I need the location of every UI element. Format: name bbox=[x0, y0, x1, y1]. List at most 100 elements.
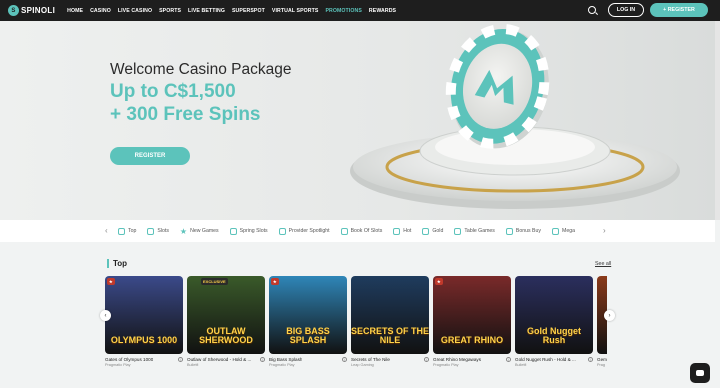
fire-icon bbox=[393, 227, 401, 235]
main-nav: HOME CASINO LIVE CASINO SPORTS LIVE BETTING S… bbox=[67, 8, 396, 14]
carousel-next-icon[interactable]: › bbox=[604, 310, 615, 321]
game-thumbnail[interactable]: ★ OLYMPUS 1000 bbox=[105, 276, 183, 354]
nav-item-superspot[interactable]: SUPERSPOT bbox=[232, 8, 265, 14]
game-provider: Pragmatic Play bbox=[433, 363, 459, 367]
game-name: Big Bass Splash bbox=[269, 357, 303, 362]
spotlight-icon bbox=[278, 227, 286, 235]
carousel-prev-icon[interactable]: ‹ bbox=[100, 310, 111, 321]
casino-chip-illustration bbox=[350, 23, 680, 209]
category-slots[interactable]: Slots bbox=[147, 227, 169, 235]
table-icon bbox=[454, 227, 462, 235]
game-meta: Gates of Olympus 1000 Pragmatic Play i bbox=[105, 354, 183, 367]
game-name: Gem bbox=[597, 357, 607, 362]
game-card[interactable]: Gem Prag bbox=[597, 276, 607, 367]
info-icon[interactable]: i bbox=[588, 357, 593, 362]
game-provider: Prag bbox=[597, 363, 606, 367]
category-gold[interactable]: Gold bbox=[422, 227, 444, 235]
nav-item-casino[interactable]: CASINO bbox=[90, 8, 111, 14]
nav-item-promotions[interactable]: PROMOTIONS bbox=[325, 8, 361, 14]
game-meta: Big Bass Splash Pragmatic Play i bbox=[269, 354, 347, 367]
category-hot[interactable]: Hot bbox=[393, 227, 412, 235]
logo[interactable]: S SPINOLI bbox=[8, 5, 55, 16]
nav-item-virtual-sports[interactable]: VIRTUAL SPORTS bbox=[272, 8, 319, 14]
category-label: Top bbox=[128, 228, 137, 234]
category-label: Hot bbox=[403, 228, 412, 234]
info-icon[interactable]: i bbox=[260, 357, 265, 362]
section-heading: Top bbox=[107, 259, 127, 268]
slot-icon bbox=[147, 227, 155, 235]
category-label: Bonus Buy bbox=[515, 228, 541, 234]
game-provider: Bulletfi bbox=[187, 363, 199, 367]
header-actions: LOG IN + REGISTER bbox=[588, 3, 708, 17]
chat-button[interactable] bbox=[690, 363, 710, 383]
category-label: Book Of Slots bbox=[350, 228, 383, 234]
info-icon[interactable]: i bbox=[178, 357, 183, 362]
game-meta: Secrets of The Nile Leap Gaming i bbox=[351, 354, 429, 367]
category-provider-spotlight[interactable]: Provider Spotlight bbox=[278, 227, 330, 235]
game-name: Great Rhino Megaways bbox=[433, 357, 482, 362]
nav-item-live-betting[interactable]: LIVE BETTING bbox=[188, 8, 225, 14]
login-button[interactable]: LOG IN bbox=[608, 3, 644, 17]
category-label: Mega bbox=[562, 228, 575, 234]
game-meta: Gold Nugget Rush - Hold & ... Bulletfi i bbox=[515, 354, 593, 367]
game-thumbnail[interactable]: ★ GREAT RHINO bbox=[433, 276, 511, 354]
game-card[interactable]: Gold Nugget Rush Gold Nugget Rush - Hold … bbox=[515, 276, 593, 367]
game-card[interactable]: ★ BIG BASS SPLASH Big Bass Splash Pragmatic… bbox=[269, 276, 347, 367]
game-provider: Bulletfi bbox=[515, 363, 527, 367]
game-thumbnail[interactable]: Gold Nugget Rush bbox=[515, 276, 593, 354]
drops-badge: ★ bbox=[107, 278, 115, 285]
game-thumbnail[interactable]: ★ BIG BASS SPLASH bbox=[269, 276, 347, 354]
game-name: Gold Nugget Rush - Hold & ... bbox=[515, 357, 576, 362]
section-title: Top bbox=[113, 259, 128, 268]
bonus-icon bbox=[505, 227, 513, 235]
game-art-title: OLYMPUS 1000 bbox=[110, 335, 178, 345]
game-card[interactable]: ★ OLYMPUS 1000 Gates of Olympus 1000 Pragma… bbox=[105, 276, 183, 367]
category-spring-slots[interactable]: Spring Slots bbox=[229, 227, 268, 235]
logo-icon: S bbox=[8, 5, 19, 16]
page-scrollbar[interactable] bbox=[715, 21, 720, 220]
register-button[interactable]: + REGISTER bbox=[650, 3, 708, 17]
category-table-games[interactable]: Table Games bbox=[454, 227, 495, 235]
category-label: Spring Slots bbox=[239, 228, 268, 234]
category-next-icon[interactable]: › bbox=[603, 226, 606, 235]
hero-amount: Up to C$1,500 bbox=[110, 81, 236, 102]
nav-item-live-casino[interactable]: LIVE CASINO bbox=[118, 8, 152, 14]
game-carousel: ★ OLYMPUS 1000 Gates of Olympus 1000 Pragma… bbox=[105, 276, 607, 367]
game-card[interactable]: ★ GREAT RHINO Great Rhino Megaways Pragmati… bbox=[433, 276, 511, 367]
category-mega[interactable]: Mega bbox=[552, 227, 575, 235]
gold-icon bbox=[422, 227, 430, 235]
logo-text: SPINOLI bbox=[21, 6, 56, 15]
category-bonus-buy[interactable]: Bonus Buy bbox=[505, 227, 541, 235]
category-label: Gold bbox=[432, 228, 444, 234]
search-icon[interactable] bbox=[588, 6, 596, 14]
category-label: Slots bbox=[157, 228, 169, 234]
nav-item-home[interactable]: HOME bbox=[67, 8, 83, 14]
game-name: Gates of Olympus 1000 bbox=[105, 357, 154, 362]
game-card[interactable]: SECRETS OF THE NILE Secrets of The Nile Le… bbox=[351, 276, 429, 367]
see-all-link[interactable]: See all bbox=[595, 261, 611, 267]
game-art-title: GREAT RHINO bbox=[440, 335, 504, 345]
hero-register-button[interactable]: REGISTER bbox=[110, 147, 190, 165]
category-book-of-slots[interactable]: Book Of Slots bbox=[340, 227, 383, 235]
category-new-games[interactable]: ★ New Games bbox=[180, 227, 219, 235]
game-thumbnail[interactable]: EXCLUSIVE OUTLAW SHERWOOD bbox=[187, 276, 265, 354]
hero-title: Welcome Casino Package bbox=[110, 61, 292, 78]
category-bar: ‹ Top Slots ★ New Games Spring Slots Provider… bbox=[0, 220, 715, 242]
info-icon[interactable]: i bbox=[424, 357, 429, 362]
game-art-title: SECRETS OF THE NILE bbox=[351, 326, 429, 345]
drops-badge: ★ bbox=[271, 278, 279, 285]
nav-item-rewards[interactable]: REWARDS bbox=[369, 8, 396, 14]
game-art-title: BIG BASS SPLASH bbox=[286, 326, 330, 345]
category-top[interactable]: Top bbox=[118, 227, 137, 235]
category-label: New Games bbox=[190, 228, 219, 234]
info-icon[interactable]: i bbox=[342, 357, 347, 362]
info-icon[interactable]: i bbox=[506, 357, 511, 362]
category-list: Top Slots ★ New Games Spring Slots Provider S… bbox=[118, 220, 575, 242]
nav-item-sports[interactable]: SPORTS bbox=[159, 8, 181, 14]
game-card[interactable]: EXCLUSIVE OUTLAW SHERWOOD Outlaw of Sherwo… bbox=[187, 276, 265, 367]
category-prev-icon[interactable]: ‹ bbox=[105, 226, 108, 235]
game-name: Secrets of The Nile bbox=[351, 357, 390, 362]
game-thumbnail[interactable]: SECRETS OF THE NILE bbox=[351, 276, 429, 354]
flower-icon bbox=[229, 227, 237, 235]
game-meta: Great Rhino Megaways Pragmatic Play i bbox=[433, 354, 511, 367]
